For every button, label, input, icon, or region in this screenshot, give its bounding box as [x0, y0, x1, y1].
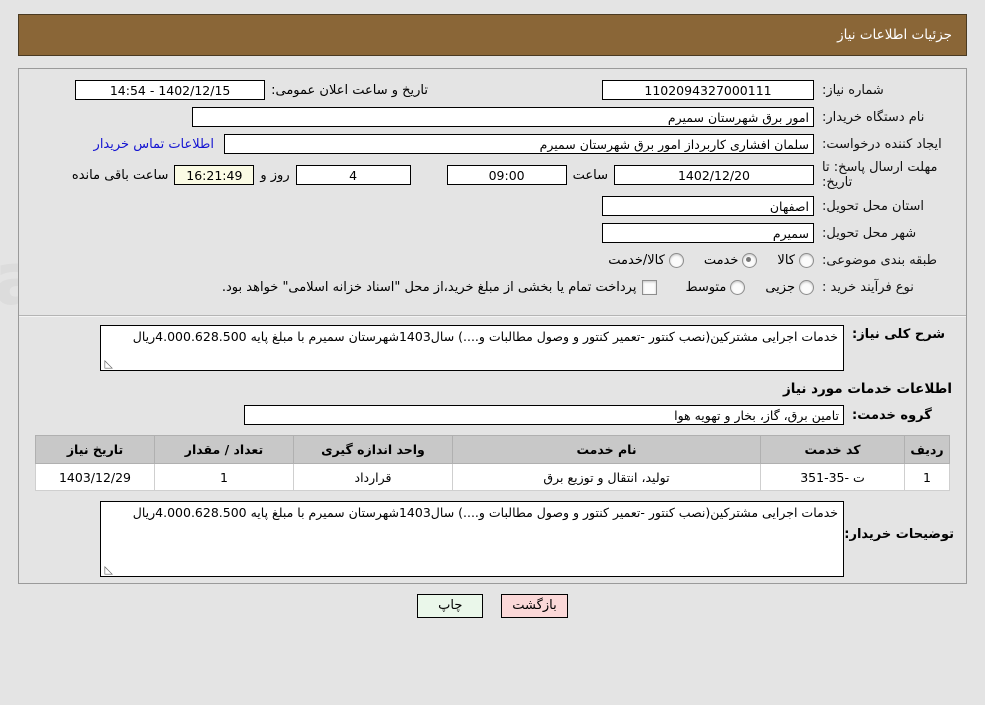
- footer-actions: بازگشت چاپ: [0, 594, 985, 618]
- need-number-label: شماره نیاز:: [822, 82, 884, 98]
- countdown-field: 16:21:49: [174, 165, 255, 185]
- row-need-number: شماره نیاز: 1102094327000111 تاریخ و ساع…: [31, 79, 954, 101]
- service-group-field[interactable]: تامین برق، گاز، بخار و تهویه هوا: [244, 405, 844, 425]
- province-label: استان محل تحویل:: [822, 198, 924, 214]
- radio-icon[interactable]: [730, 279, 746, 295]
- cell-code: ت -35-351: [760, 463, 905, 491]
- category-option-label: کالا: [777, 252, 795, 268]
- services-section-title: اطلاعات خدمات مورد نیاز: [782, 381, 952, 397]
- process-option-label: متوسط: [685, 279, 727, 295]
- need-number-field[interactable]: 1102094327000111: [602, 80, 814, 100]
- service-group-label: گروه خدمت:: [852, 407, 932, 423]
- process-type-label: نوع فرآیند خرید :: [822, 279, 914, 295]
- need-description-label: شرح کلی نیاز:: [852, 327, 946, 342]
- table-header-row: ردیف کد خدمت نام خدمت واحد اندازه گیری ت…: [35, 435, 950, 464]
- row-deadline: مهلت ارسال پاسخ: تا تاریخ: 1402/12/20 سا…: [31, 160, 954, 190]
- category-option-label: کالا/خدمت: [608, 252, 665, 268]
- row-need-description: شرح کلی نیاز: خدمات اجرایی مشترکین(نصب ک…: [31, 325, 954, 371]
- cell-unit: قرارداد: [293, 463, 453, 491]
- city-label: شهر محل تحویل:: [822, 225, 917, 241]
- buyer-contact-link[interactable]: اطلاعات تماس خریدار: [94, 137, 214, 152]
- process-radio-group: جزیی متوسط: [671, 279, 814, 295]
- category-option-label: خدمت: [703, 252, 739, 268]
- col-header-radif: ردیف: [904, 435, 950, 464]
- print-button[interactable]: چاپ: [417, 594, 484, 618]
- deadline-label: مهلت ارسال پاسخ: تا تاریخ:: [822, 160, 938, 190]
- category-option-khedmat[interactable]: خدمت: [703, 252, 758, 268]
- public-announce-label: تاریخ و ساعت اعلان عمومی:: [271, 82, 428, 98]
- row-service-group: گروه خدمت: تامین برق، گاز، بخار و تهویه …: [31, 405, 954, 425]
- col-header-code: کد خدمت: [760, 435, 905, 464]
- category-label: طبقه بندی موضوعی:: [822, 252, 938, 268]
- summary-section: شماره نیاز: 1102094327000111 تاریخ و ساع…: [19, 69, 966, 311]
- needs-section: شرح کلی نیاز: خدمات اجرایی مشترکین(نصب ک…: [19, 317, 966, 583]
- buyer-note-textarea[interactable]: خدمات اجرایی مشترکین(نصب کنتور -تعمیر کن…: [100, 501, 844, 577]
- need-description-text: خدمات اجرایی مشترکین(نصب کنتور -تعمیر کن…: [132, 329, 838, 344]
- need-description-textarea[interactable]: خدمات اجرایی مشترکین(نصب کنتور -تعمیر کن…: [100, 325, 844, 371]
- row-city: شهر محل تحویل: سمیرم: [31, 222, 954, 244]
- row-category: طبقه بندی موضوعی: کالا خدمت کالا/خدمت: [31, 249, 954, 271]
- buyer-org-field[interactable]: امور برق شهرستان سمیرم: [192, 107, 814, 127]
- buyer-org-label: نام دستگاه خریدار:: [822, 109, 925, 125]
- treasury-checkbox[interactable]: [642, 279, 658, 295]
- resize-grip-icon[interactable]: ◺: [103, 358, 113, 369]
- col-header-qty: تعداد / مقدار: [154, 435, 294, 464]
- process-option-motevaset[interactable]: متوسط: [685, 279, 746, 295]
- city-field[interactable]: سمیرم: [602, 223, 814, 243]
- row-buyer-org: نام دستگاه خریدار: امور برق شهرستان سمیر…: [31, 106, 954, 128]
- treasury-checkbox-label: پرداخت تمام یا بخشی از مبلغ خرید،از محل …: [221, 279, 637, 295]
- services-table-wrap: ردیف کد خدمت نام خدمت واحد اندازه گیری ت…: [31, 435, 954, 491]
- row-creator: ایجاد کننده درخواست: سلمان افشاری کاربرد…: [31, 133, 954, 155]
- deadline-date-field[interactable]: 1402/12/20: [614, 165, 814, 185]
- cell-qty: 1: [154, 463, 294, 491]
- remaining-days-field[interactable]: 4: [295, 165, 411, 185]
- row-buyer-note: توضیحات خریدار: خدمات اجرایی مشترکین(نصب…: [31, 501, 954, 577]
- hour-label: ساعت: [572, 167, 608, 183]
- col-header-unit: واحد اندازه گیری: [293, 435, 453, 464]
- remaining-hours-label: ساعت باقی مانده: [71, 167, 169, 183]
- cell-date: 1403/12/29: [35, 463, 155, 491]
- cell-radif: 1: [904, 463, 950, 491]
- row-province: استان محل تحویل: اصفهان: [31, 195, 954, 217]
- services-table: ردیف کد خدمت نام خدمت واحد اندازه گیری ت…: [35, 435, 950, 491]
- public-announce-field[interactable]: 1402/12/15 - 14:54: [75, 80, 266, 100]
- days-label: روز و: [260, 167, 290, 183]
- process-option-jozei[interactable]: جزیی: [765, 279, 814, 295]
- process-option-label: جزیی: [765, 279, 795, 295]
- buyer-note-text: خدمات اجرایی مشترکین(نصب کنتور -تعمیر کن…: [132, 505, 838, 520]
- category-radio-group: کالا خدمت کالا/خدمت: [594, 252, 814, 268]
- radio-icon[interactable]: [799, 252, 814, 268]
- category-option-kala[interactable]: کالا: [777, 252, 814, 268]
- page-header: جزئیات اطلاعات نیاز: [18, 14, 967, 56]
- details-panel: شماره نیاز: 1102094327000111 تاریخ و ساع…: [18, 68, 967, 584]
- buyer-note-label: توضیحات خریدار:: [844, 527, 954, 542]
- creator-label: ایجاد کننده درخواست:: [822, 136, 942, 152]
- radio-icon[interactable]: [799, 279, 814, 295]
- col-header-name: نام خدمت: [452, 435, 761, 464]
- row-process-type: نوع فرآیند خرید : جزیی متوسط پرداخت تمام…: [31, 276, 954, 298]
- radio-icon[interactable]: [742, 252, 758, 268]
- page-title: جزئیات اطلاعات نیاز: [837, 27, 952, 43]
- category-option-kala-khedmat[interactable]: کالا/خدمت: [608, 252, 684, 268]
- cell-name: تولید، انتقال و توزیع برق: [452, 463, 761, 491]
- radio-icon[interactable]: [668, 252, 684, 268]
- province-field[interactable]: اصفهان: [602, 196, 814, 216]
- col-header-date: تاریخ نیاز: [35, 435, 155, 464]
- back-button[interactable]: بازگشت: [501, 594, 568, 618]
- deadline-time-field[interactable]: 09:00: [446, 165, 567, 185]
- resize-grip-icon[interactable]: ◺: [103, 564, 113, 575]
- table-row: 1 ت -35-351 تولید، انتقال و توزیع برق قر…: [35, 463, 950, 491]
- creator-field[interactable]: سلمان افشاری کاربرداز امور برق شهرستان س…: [224, 134, 814, 154]
